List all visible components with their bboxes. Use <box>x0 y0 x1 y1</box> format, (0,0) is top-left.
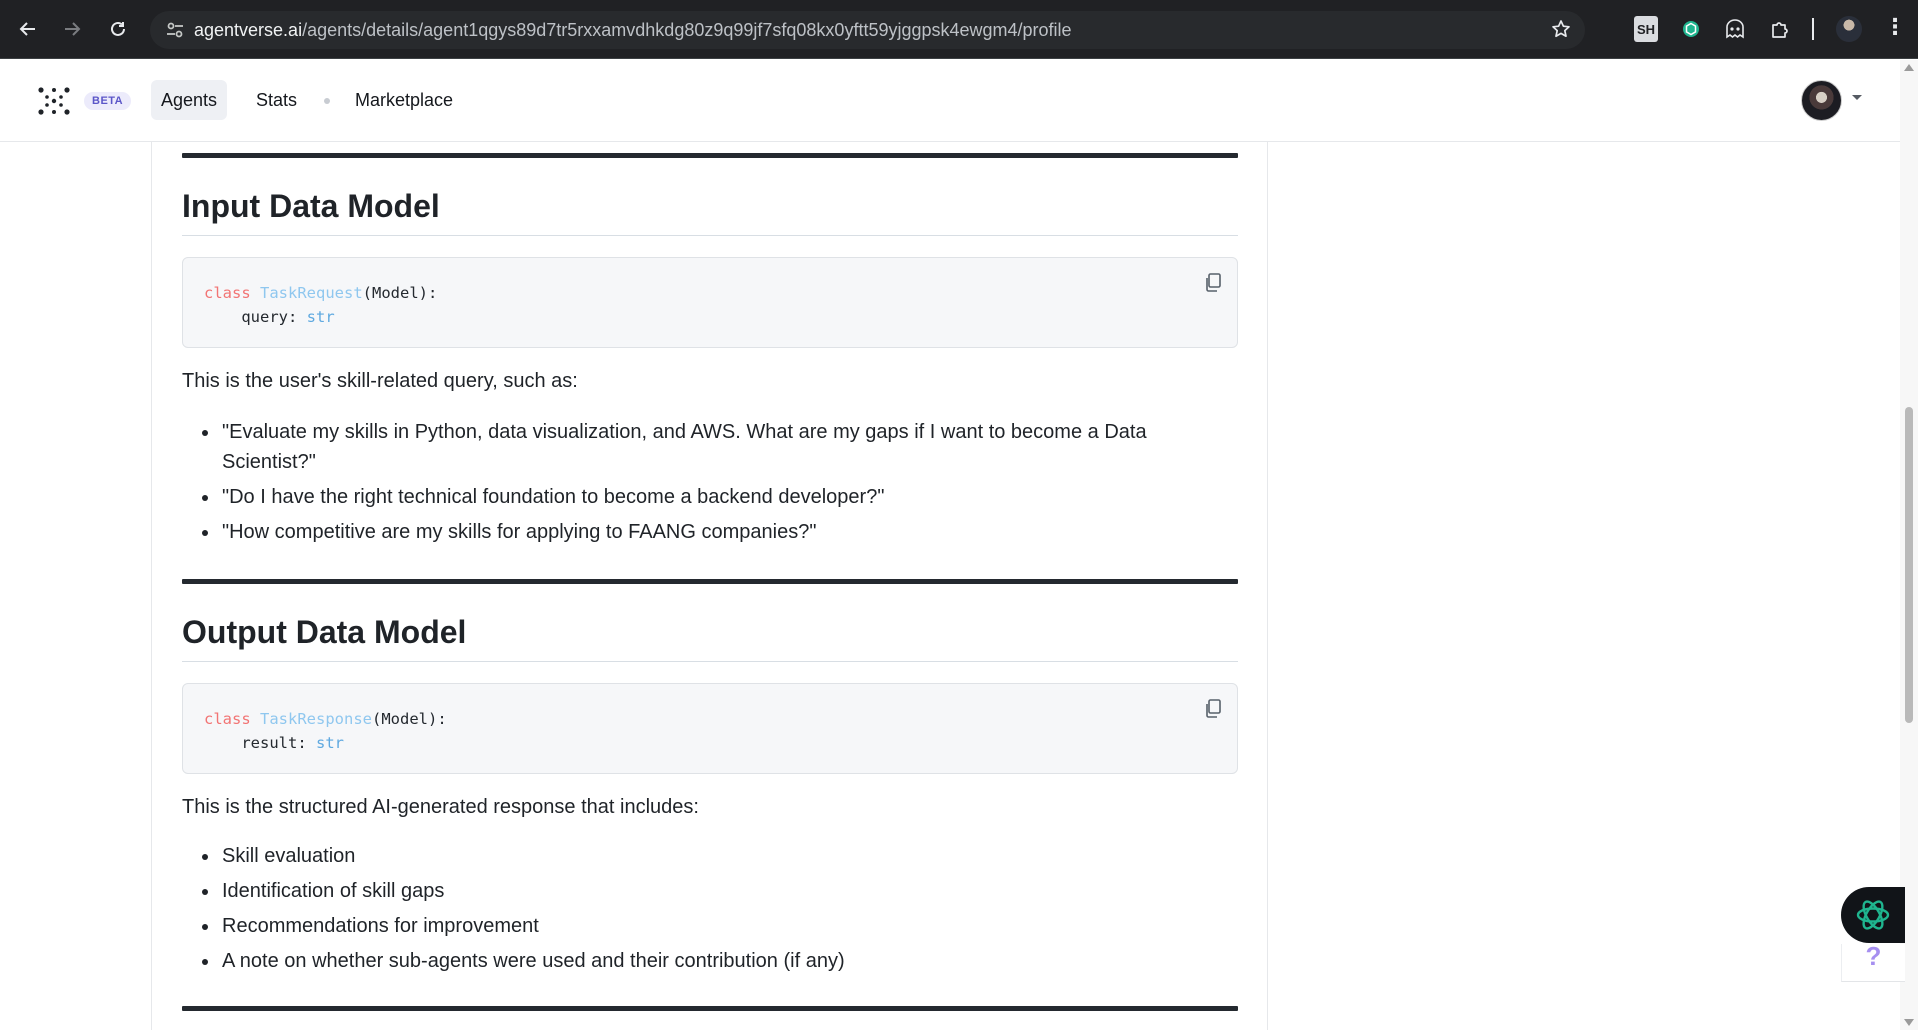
list-item: Identification of skill gaps <box>182 877 1238 907</box>
chevron-down-icon[interactable] <box>1850 90 1864 106</box>
input-code-block: class TaskRequest(Model): query: str <box>182 257 1238 348</box>
scrollbar-thumb[interactable] <box>1905 407 1913 723</box>
kebab-menu-icon[interactable]: ⋮ <box>1884 14 1906 40</box>
horizontal-rule <box>182 579 1238 584</box>
scroll-up-arrow-icon[interactable] <box>1904 64 1914 71</box>
input-examples-list: "Evaluate my skills in Python, data visu… <box>182 418 1238 553</box>
sh-extension-icon[interactable]: SH <box>1634 16 1658 42</box>
address-bar[interactable]: agentverse.ai/agents/details/agent1qgys8… <box>150 11 1585 49</box>
content-column-border-right <box>1267 142 1268 1030</box>
list-item: "Do I have the right technical foundatio… <box>182 483 1238 513</box>
code-field-name: result: <box>204 734 316 752</box>
nav-agents[interactable]: Agents <box>151 80 228 120</box>
nav-marketplace[interactable]: Marketplace <box>345 80 463 120</box>
site-settings-icon[interactable] <box>156 11 194 49</box>
list-item: "How competitive are my skills for apply… <box>182 518 1238 548</box>
list-item: A note on whether sub-agents were used a… <box>182 947 1238 977</box>
user-avatar[interactable] <box>1801 80 1842 121</box>
profile-avatar-icon[interactable] <box>1836 16 1862 42</box>
list-item: Recommendations for improvement <box>182 912 1238 942</box>
puzzle-icon[interactable] <box>1767 16 1793 42</box>
question-mark-icon: ? <box>1865 941 1882 971</box>
toolbar-divider <box>1812 18 1814 40</box>
list-item: Skill evaluation <box>182 842 1238 872</box>
scroll-down-arrow-icon[interactable] <box>1904 1019 1914 1026</box>
ai-assistant-button[interactable] <box>1841 887 1905 943</box>
url-host: agentverse.ai <box>194 19 303 40</box>
input-data-model-heading: Input Data Model <box>182 188 1238 236</box>
url-text[interactable]: agentverse.ai/agents/details/agent1qgys8… <box>194 20 1072 41</box>
code-keyword: class <box>204 710 251 728</box>
output-code: class TaskResponse(Model): result: str <box>204 707 447 755</box>
copy-icon[interactable] <box>1204 273 1224 295</box>
openai-icon <box>1856 900 1890 930</box>
browser-toolbar: agentverse.ai/agents/details/agent1qgys8… <box>0 0 1918 59</box>
input-code: class TaskRequest(Model): query: str <box>204 281 437 329</box>
help-button[interactable]: ? <box>1841 941 1905 982</box>
output-items-list: Skill evaluation Identification of skill… <box>182 842 1238 982</box>
code-keyword: class <box>204 284 251 302</box>
copy-icon[interactable] <box>1204 699 1224 721</box>
code-base-class: (Model): <box>372 710 447 728</box>
chatgpt-icon[interactable] <box>1679 16 1703 42</box>
forward-arrow-icon[interactable] <box>57 14 87 44</box>
url-path: /agents/details/agent1qgys89d7tr5rxxamvd… <box>302 19 1072 40</box>
code-base-class: (Model): <box>362 284 438 302</box>
horizontal-rule <box>182 153 1238 158</box>
output-description: This is the structured AI-generated resp… <box>182 796 699 818</box>
back-arrow-icon[interactable] <box>13 14 43 44</box>
horizontal-rule <box>182 1006 1238 1011</box>
star-icon[interactable] <box>1551 19 1571 45</box>
code-field-type: str <box>315 734 344 752</box>
beta-badge: BETA <box>84 92 132 110</box>
site-header: BETA Agents Stats Marketplace <box>0 60 1900 142</box>
agentverse-logo[interactable] <box>38 87 70 115</box>
content-column-border-left <box>151 142 152 1030</box>
output-data-model-heading: Output Data Model <box>182 614 1238 662</box>
list-item: "Evaluate my skills in Python, data visu… <box>182 418 1238 477</box>
ghost-icon[interactable] <box>1722 16 1748 42</box>
output-code-block: class TaskResponse(Model): result: str <box>182 683 1238 774</box>
reload-icon[interactable] <box>103 14 133 44</box>
code-field-name: query: <box>204 308 307 326</box>
input-description: This is the user's skill-related query, … <box>182 370 578 392</box>
nav-separator-dot <box>324 98 330 104</box>
code-class-name: TaskRequest <box>260 284 363 302</box>
code-field-type: str <box>306 308 335 326</box>
page-scrollbar[interactable] <box>1900 60 1918 1030</box>
code-class-name: TaskResponse <box>260 710 372 728</box>
nav-stats[interactable]: Stats <box>246 80 307 120</box>
